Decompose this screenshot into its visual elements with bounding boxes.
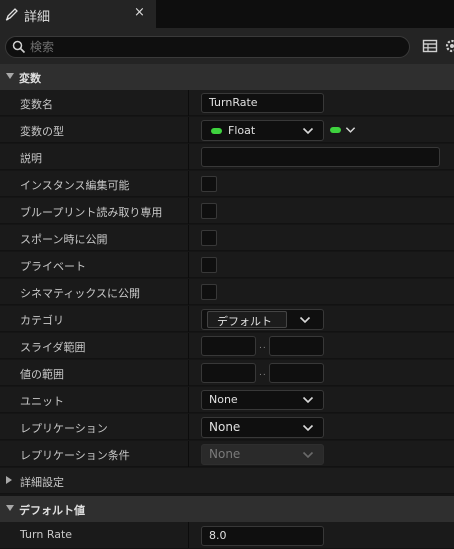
- turn-rate-field[interactable]: 8.0: [201, 526, 324, 546]
- search-icon: [12, 40, 26, 54]
- property-label: 説明: [20, 152, 42, 165]
- row-value-range: 値の範囲 ..: [0, 360, 454, 386]
- category-value: デフォルト: [217, 315, 272, 328]
- row-unit: ユニット None: [0, 387, 454, 413]
- tab-bar: 詳細 ×: [0, 0, 454, 28]
- gear-icon[interactable]: [443, 37, 454, 55]
- row-expose-to-cinematics: シネマティックスに公開: [0, 279, 454, 305]
- row-replication-condition: レプリケーション条件 None: [0, 441, 454, 467]
- chevron-down-icon: [302, 127, 314, 135]
- slider-range-max-field[interactable]: [269, 336, 324, 356]
- pencil-icon: [5, 8, 18, 21]
- divider: [188, 522, 189, 548]
- row-description: 説明: [0, 144, 454, 170]
- divider: [188, 171, 189, 197]
- chevron-down-icon: [345, 127, 356, 133]
- divider: [188, 117, 189, 143]
- divider: [188, 252, 189, 278]
- divider: [188, 360, 189, 386]
- tab-title: 詳細: [24, 10, 51, 25]
- description-field[interactable]: [201, 147, 440, 167]
- unit-value: None: [209, 393, 238, 406]
- property-label: レプリケーション条件: [20, 449, 130, 462]
- property-label: スポーン時に公開: [20, 233, 108, 246]
- expand-arrow-icon: [6, 476, 12, 484]
- search-row: [0, 28, 454, 64]
- divider: [188, 306, 189, 332]
- slider-range-min-field[interactable]: [201, 336, 256, 356]
- property-label: プライベート: [20, 260, 86, 273]
- divider: [188, 441, 189, 467]
- range-separator: ..: [259, 368, 267, 378]
- row-variable-type: 変数の型 Float: [0, 117, 454, 143]
- search-box[interactable]: [5, 36, 410, 58]
- details-tab[interactable]: 詳細 ×: [0, 0, 156, 28]
- expose-to-cinematics-checkbox[interactable]: [201, 284, 217, 300]
- private-checkbox[interactable]: [201, 257, 217, 273]
- range-separator: ..: [259, 341, 267, 351]
- row-turn-rate: Turn Rate 8.0: [0, 522, 454, 549]
- variable-name-field[interactable]: TurnRate: [201, 93, 324, 113]
- value-range-max-field[interactable]: [269, 363, 324, 383]
- property-label: スライダ範囲: [20, 341, 86, 354]
- row-category: カテゴリ デフォルト: [0, 306, 454, 332]
- replication-value: None: [209, 420, 241, 434]
- divider: [188, 198, 189, 224]
- replication-dropdown[interactable]: None: [201, 417, 324, 438]
- property-label: 詳細設定: [20, 476, 64, 489]
- divider: [188, 225, 189, 251]
- close-icon[interactable]: ×: [134, 5, 145, 20]
- collapse-arrow-icon: [6, 73, 14, 79]
- property-label: カテゴリ: [20, 314, 64, 327]
- category-combo[interactable]: デフォルト: [201, 309, 324, 330]
- variable-type-dropdown[interactable]: Float: [201, 120, 324, 141]
- property-label: 変数名: [20, 98, 53, 111]
- property-label: 値の範囲: [20, 368, 64, 381]
- section-variables[interactable]: 変数: [0, 64, 454, 90]
- section-default-value[interactable]: デフォルト値: [0, 496, 454, 522]
- float-type-pill-icon: [211, 128, 222, 134]
- single-container-icon: [330, 127, 341, 133]
- divider: [188, 144, 189, 170]
- property-label: 変数の型: [20, 125, 64, 138]
- divider: [188, 387, 189, 413]
- property-label: Turn Rate: [20, 528, 73, 541]
- section-label: デフォルト値: [19, 504, 85, 517]
- property-label: シネマティックスに公開: [20, 287, 141, 300]
- expose-on-spawn-checkbox[interactable]: [201, 230, 217, 246]
- row-expose-on-spawn: スポーン時に公開: [0, 225, 454, 251]
- row-advanced-expander[interactable]: 詳細設定: [0, 468, 454, 494]
- row-replication: レプリケーション None: [0, 414, 454, 440]
- divider: [188, 279, 189, 305]
- divider: [188, 414, 189, 440]
- row-variable-name: 変数名 TurnRate: [0, 90, 454, 116]
- property-label: インスタンス編集可能: [20, 179, 130, 192]
- table-view-icon[interactable]: [422, 38, 438, 54]
- property-label: ユニット: [20, 395, 64, 408]
- replication-condition-value: None: [209, 447, 241, 461]
- value-range-min-field[interactable]: [201, 363, 256, 383]
- property-label: レプリケーション: [20, 422, 108, 435]
- divider: [188, 90, 189, 116]
- variable-type-value: Float: [228, 124, 256, 137]
- unit-dropdown[interactable]: None: [201, 390, 324, 410]
- section-label: 変数: [19, 72, 41, 85]
- chevron-down-icon: [302, 396, 314, 404]
- blueprint-read-only-checkbox[interactable]: [201, 203, 217, 219]
- property-label: ブループリント読み取り専用: [20, 206, 163, 219]
- collapse-arrow-icon: [6, 505, 14, 511]
- chevron-down-icon: [299, 316, 311, 324]
- chevron-down-icon: [302, 424, 314, 432]
- category-input[interactable]: デフォルト: [207, 311, 287, 328]
- container-type-dropdown[interactable]: [328, 122, 360, 138]
- divider: [188, 333, 189, 359]
- chevron-down-icon: [302, 451, 314, 459]
- row-slider-range: スライダ範囲 ..: [0, 333, 454, 359]
- search-input[interactable]: [30, 38, 400, 56]
- row-blueprint-read-only: ブループリント読み取り専用: [0, 198, 454, 224]
- instance-editable-checkbox[interactable]: [201, 176, 217, 192]
- row-instance-editable: インスタンス編集可能: [0, 171, 454, 197]
- row-private: プライベート: [0, 252, 454, 278]
- replication-condition-dropdown[interactable]: None: [201, 444, 324, 465]
